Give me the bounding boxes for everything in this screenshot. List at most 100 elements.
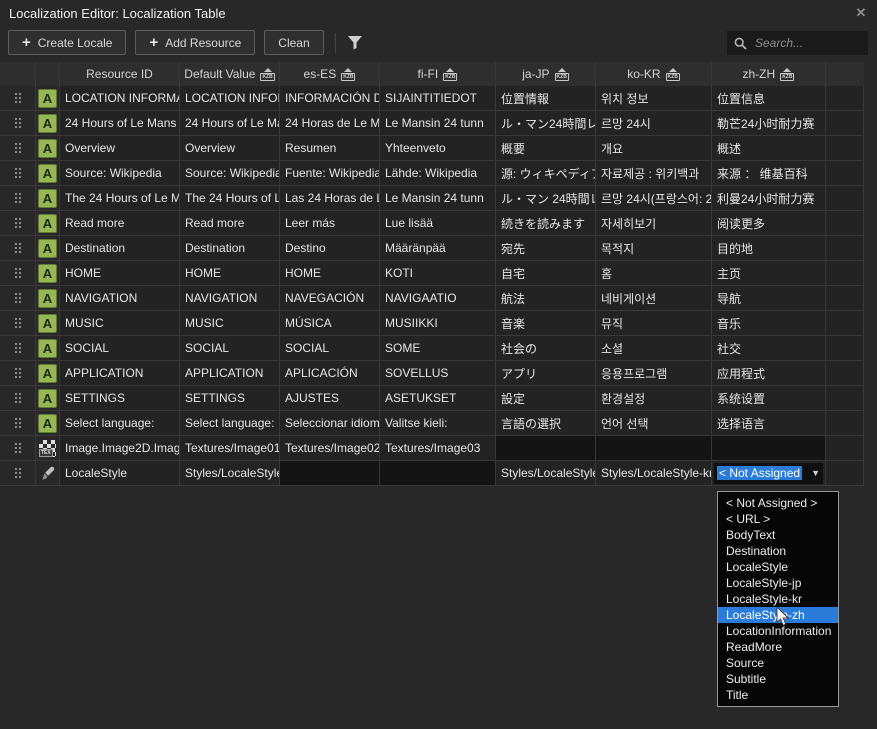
- cell-resource-id[interactable]: Read more: [60, 211, 180, 236]
- row-drag-handle[interactable]: [0, 436, 36, 461]
- cell-resource-id[interactable]: LocaleStyle: [60, 461, 180, 486]
- row-drag-handle[interactable]: [0, 411, 36, 436]
- dropdown-item[interactable]: Source: [718, 655, 838, 671]
- cell-default-value[interactable]: APPLICATION: [180, 361, 280, 386]
- cell-ja-JP[interactable]: 源: ウィキペディア: [496, 161, 596, 186]
- cell-ko-KR[interactable]: 소셜: [596, 336, 712, 361]
- cell-fi-FI[interactable]: Valitse kieli:: [380, 411, 496, 436]
- cell-zh-ZH[interactable]: 位置信息: [712, 86, 826, 111]
- row-drag-handle[interactable]: [0, 136, 36, 161]
- cell-ja-JP[interactable]: 航法: [496, 286, 596, 311]
- cell-ko-KR[interactable]: 자세히보기: [596, 211, 712, 236]
- cell-zh-ZH[interactable]: 导航: [712, 286, 826, 311]
- cell-ko-KR[interactable]: 목적지: [596, 236, 712, 261]
- cell-resource-id[interactable]: SETTINGS: [60, 386, 180, 411]
- cell-default-value[interactable]: The 24 Hours of L: [180, 186, 280, 211]
- locale-style-combo[interactable]: < Not Assigned▼: [714, 463, 823, 484]
- cell-es-ES[interactable]: Textures/Image02: [280, 436, 380, 461]
- cell-ko-KR[interactable]: 자료제공 : 위키백과: [596, 161, 712, 186]
- cell-ko-KR[interactable]: 르망 24시: [596, 111, 712, 136]
- cell-default-value[interactable]: 24 Hours of Le Ma: [180, 111, 280, 136]
- row-drag-handle[interactable]: [0, 86, 36, 111]
- cell-resource-id[interactable]: Select language:: [60, 411, 180, 436]
- filter-icon[interactable]: [344, 32, 366, 54]
- cell-default-value[interactable]: HOME: [180, 261, 280, 286]
- cell-default-value[interactable]: LOCATION INFOR: [180, 86, 280, 111]
- dropdown-item[interactable]: Title: [718, 687, 838, 703]
- cell-ko-KR[interactable]: 응용프로그램: [596, 361, 712, 386]
- cell-ja-JP[interactable]: アプリ: [496, 361, 596, 386]
- add-resource-button[interactable]: + Add Resource: [135, 30, 255, 55]
- cell-es-ES[interactable]: AJUSTES: [280, 386, 380, 411]
- row-drag-handle[interactable]: [0, 186, 36, 211]
- row-drag-handle[interactable]: [0, 311, 36, 336]
- cell-resource-id[interactable]: MUSIC: [60, 311, 180, 336]
- cell-ja-JP[interactable]: 概要: [496, 136, 596, 161]
- cell-ko-KR[interactable]: 언어 선택: [596, 411, 712, 436]
- row-drag-handle[interactable]: [0, 111, 36, 136]
- cell-es-ES[interactable]: Destino: [280, 236, 380, 261]
- cell-es-ES[interactable]: INFORMACIÓN D: [280, 86, 380, 111]
- cell-ko-KR[interactable]: 네비게이션: [596, 286, 712, 311]
- kzb-export-icon[interactable]: KZB: [260, 68, 274, 81]
- row-drag-handle[interactable]: [0, 461, 36, 486]
- row-drag-handle[interactable]: [0, 211, 36, 236]
- cell-fi-FI[interactable]: Lue lisää: [380, 211, 496, 236]
- clean-button[interactable]: Clean: [264, 30, 323, 55]
- cell-default-value[interactable]: Styles/LocaleStyle: [180, 461, 280, 486]
- cell-zh-ZH[interactable]: 选择语言: [712, 411, 826, 436]
- cell-zh-ZH[interactable]: 应用程式: [712, 361, 826, 386]
- cell-zh-ZH[interactable]: [712, 436, 826, 461]
- cell-ko-KR[interactable]: 개요: [596, 136, 712, 161]
- row-drag-handle[interactable]: [0, 261, 36, 286]
- cell-resource-id[interactable]: Image.Image2D.Imag: [60, 436, 180, 461]
- cell-ja-JP[interactable]: 自宅: [496, 261, 596, 286]
- cell-fi-FI[interactable]: SOVELLUS: [380, 361, 496, 386]
- cell-resource-id[interactable]: NAVIGATION: [60, 286, 180, 311]
- cell-resource-id[interactable]: SOCIAL: [60, 336, 180, 361]
- kzb-export-icon[interactable]: KZB: [341, 68, 355, 81]
- cell-es-ES[interactable]: NAVEGACIÓN: [280, 286, 380, 311]
- cell-fi-FI[interactable]: Lähde: Wikipedia: [380, 161, 496, 186]
- cell-ja-JP[interactable]: Styles/LocaleStyle-jp: [496, 461, 596, 486]
- row-drag-handle[interactable]: [0, 386, 36, 411]
- cell-es-ES[interactable]: SOCIAL: [280, 336, 380, 361]
- column-header-zh-ZH[interactable]: zh-ZHKZB: [712, 62, 826, 86]
- cell-fi-FI[interactable]: Määränpää: [380, 236, 496, 261]
- cell-resource-id[interactable]: 24 Hours of Le Mans: [60, 111, 180, 136]
- dropdown-item[interactable]: LocaleStyle-jp: [718, 575, 838, 591]
- cell-fi-FI[interactable]: SOME: [380, 336, 496, 361]
- cell-ko-KR[interactable]: 뮤직: [596, 311, 712, 336]
- cell-default-value[interactable]: Textures/Image01: [180, 436, 280, 461]
- column-header-fi-FI[interactable]: fi-FIKZB: [380, 62, 496, 86]
- dropdown-item[interactable]: BodyText: [718, 527, 838, 543]
- cell-fi-FI[interactable]: NAVIGAATIO: [380, 286, 496, 311]
- row-drag-handle[interactable]: [0, 361, 36, 386]
- cell-default-value[interactable]: Overview: [180, 136, 280, 161]
- dropdown-item[interactable]: LocaleStyle: [718, 559, 838, 575]
- cell-zh-ZH[interactable]: 系统设置: [712, 386, 826, 411]
- cell-fi-FI[interactable]: ASETUKSET: [380, 386, 496, 411]
- cell-ja-JP[interactable]: ル・マン 24時間レース （: [496, 186, 596, 211]
- cell-default-value[interactable]: MUSIC: [180, 311, 280, 336]
- cell-default-value[interactable]: Select language:: [180, 411, 280, 436]
- cell-es-ES[interactable]: APLICACIÓN: [280, 361, 380, 386]
- cell-fi-FI[interactable]: Textures/Image03: [380, 436, 496, 461]
- row-drag-handle[interactable]: [0, 286, 36, 311]
- cell-es-ES[interactable]: 24 Horas de Le M: [280, 111, 380, 136]
- cell-fi-FI[interactable]: SIJAINTITIEDOT: [380, 86, 496, 111]
- search-input[interactable]: [753, 35, 861, 51]
- cell-ja-JP[interactable]: 宛先: [496, 236, 596, 261]
- dropdown-item[interactable]: < Not Assigned >: [718, 495, 838, 511]
- cell-fi-FI[interactable]: [380, 461, 496, 486]
- cell-es-ES[interactable]: MÚSICA: [280, 311, 380, 336]
- column-header-ja-JP[interactable]: ja-JPKZB: [496, 62, 596, 86]
- cell-default-value[interactable]: NAVIGATION: [180, 286, 280, 311]
- cell-ko-KR[interactable]: 홈: [596, 261, 712, 286]
- cell-default-value[interactable]: SOCIAL: [180, 336, 280, 361]
- cell-zh-ZH[interactable]: 目的地: [712, 236, 826, 261]
- column-header-es-ES[interactable]: es-ESKZB: [280, 62, 380, 86]
- cell-ja-JP[interactable]: 言語の選択: [496, 411, 596, 436]
- cell-fi-FI[interactable]: Le Mansin 24 tunn: [380, 111, 496, 136]
- cell-ja-JP[interactable]: 設定: [496, 386, 596, 411]
